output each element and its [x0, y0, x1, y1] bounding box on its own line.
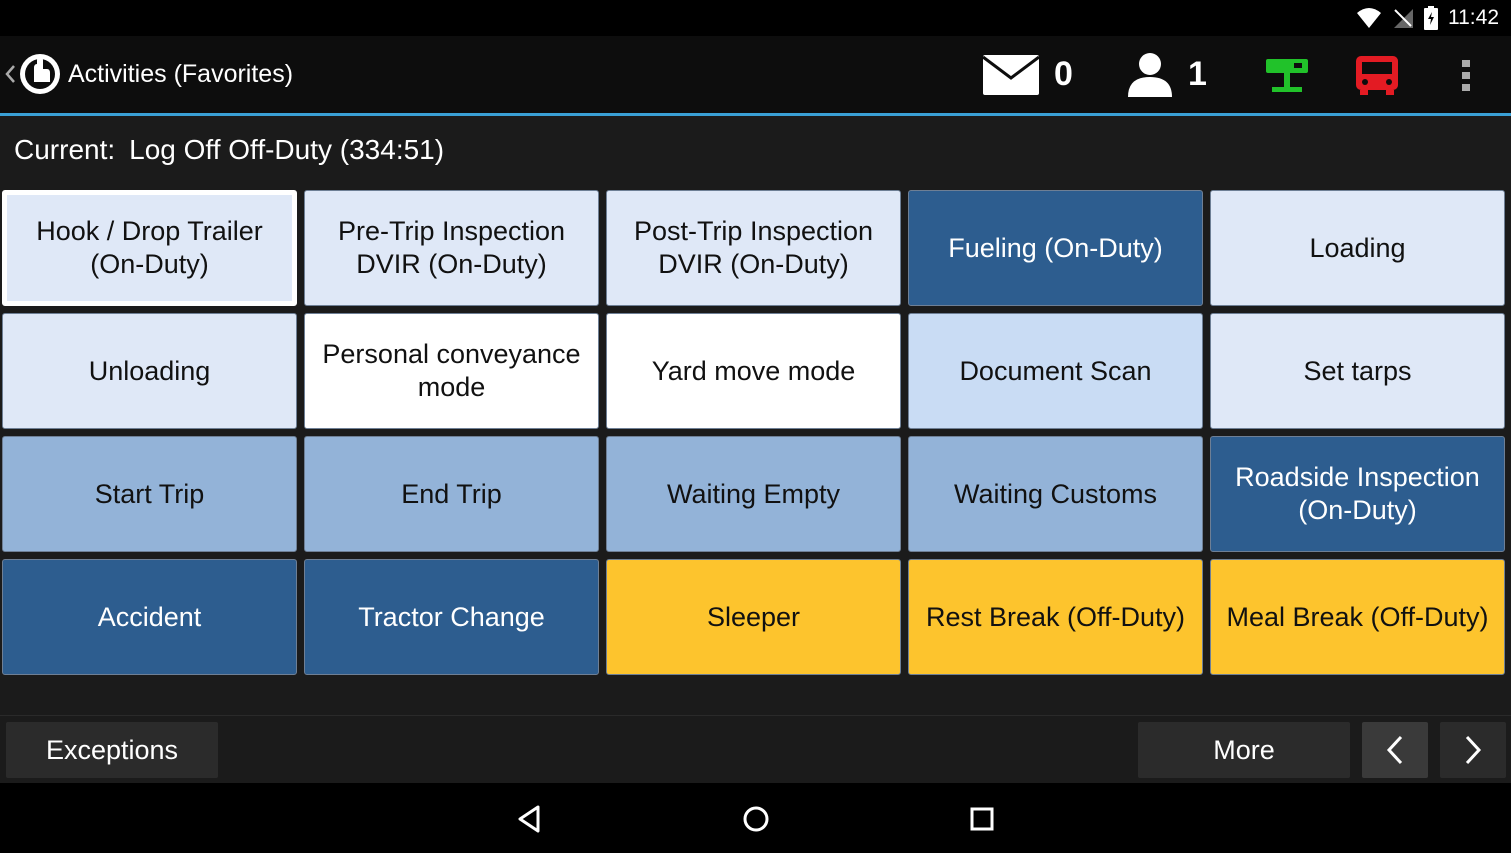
- home-icon[interactable]: [740, 803, 772, 835]
- activity-pre-trip-inspection[interactable]: Pre-Trip Inspection DVIR (On-Duty): [304, 190, 599, 306]
- current-activity: Log Off Off-Duty (334:51): [129, 134, 445, 165]
- clock: 11:42: [1448, 6, 1499, 29]
- network-status-button[interactable]: [1264, 36, 1310, 113]
- activity-set-tarps[interactable]: Set tarps: [1210, 313, 1505, 429]
- more-button[interactable]: More: [1138, 722, 1350, 778]
- activity-post-trip-inspection[interactable]: Post-Trip Inspection DVIR (On-Duty): [606, 190, 901, 306]
- vehicle-status-button[interactable]: [1354, 36, 1400, 113]
- activity-meal-break[interactable]: Meal Break (Off-Duty): [1210, 559, 1505, 675]
- signal-icon: [1394, 9, 1413, 28]
- activity-accident[interactable]: Accident: [2, 559, 297, 675]
- activity-start-trip[interactable]: Start Trip: [2, 436, 297, 552]
- recents-icon[interactable]: [966, 803, 998, 835]
- overflow-menu-button[interactable]: [1460, 36, 1472, 113]
- current-label: Current:: [14, 134, 116, 165]
- bottom-controls: Exceptions More: [0, 715, 1511, 784]
- status-icons: 11:42: [1356, 4, 1499, 32]
- activity-rest-break[interactable]: Rest Break (Off-Duty): [908, 559, 1203, 675]
- activity-hook-drop-trailer[interactable]: Hook / Drop Trailer (On-Duty): [2, 190, 297, 306]
- activity-personal-conveyance[interactable]: Personal conveyance mode: [304, 313, 599, 429]
- screen-title: Activities (Favorites): [68, 60, 294, 88]
- current-status: Current: Log Off Off-Duty (334:51): [14, 134, 444, 166]
- messages-indicator[interactable]: 0: [982, 36, 1073, 113]
- activity-yard-move[interactable]: Yard move mode: [606, 313, 901, 429]
- activity-sleeper[interactable]: Sleeper: [606, 559, 901, 675]
- wifi-icon: [1357, 8, 1381, 28]
- activity-roadside-inspection[interactable]: Roadside Inspection (On-Duty): [1210, 436, 1505, 552]
- action-bar: Activities (Favorites) 0 1: [0, 36, 1511, 116]
- chevron-left-icon: [1386, 735, 1403, 765]
- system-navigation-bar: [0, 783, 1511, 853]
- current-status-bar: Current: Log Off Off-Duty (334:51): [0, 116, 1511, 188]
- back-icon[interactable]: [514, 803, 546, 835]
- activity-tractor-change[interactable]: Tractor Change: [304, 559, 599, 675]
- chevron-right-icon: [1465, 735, 1482, 765]
- mail-icon: [982, 54, 1040, 95]
- messages-count: 0: [1054, 55, 1073, 93]
- overflow-menu-icon: [1462, 59, 1470, 91]
- users-indicator[interactable]: 1: [1126, 36, 1207, 113]
- activity-fueling[interactable]: Fueling (On-Duty): [908, 190, 1203, 306]
- activity-end-trip[interactable]: End Trip: [304, 436, 599, 552]
- app-logo[interactable]: [18, 52, 62, 96]
- activity-loading[interactable]: Loading: [1210, 190, 1505, 306]
- exceptions-button[interactable]: Exceptions: [6, 722, 218, 778]
- activity-waiting-customs[interactable]: Waiting Customs: [908, 436, 1203, 552]
- users-count: 1: [1188, 55, 1207, 93]
- activity-document-scan[interactable]: Document Scan: [908, 313, 1203, 429]
- previous-page-button[interactable]: [1362, 722, 1428, 778]
- next-page-button[interactable]: [1440, 722, 1506, 778]
- network-status-icon: [1266, 58, 1308, 92]
- activity-waiting-empty[interactable]: Waiting Empty: [606, 436, 901, 552]
- vehicle-icon: [1356, 55, 1398, 95]
- activity-grid: Hook / Drop Trailer (On-Duty) Pre-Trip I…: [0, 188, 1511, 715]
- up-chevron-icon[interactable]: [4, 64, 16, 84]
- activity-unloading[interactable]: Unloading: [2, 313, 297, 429]
- system-status-bar: 11:42: [0, 0, 1511, 36]
- user-icon: [1128, 52, 1172, 97]
- battery-icon: [1424, 6, 1438, 30]
